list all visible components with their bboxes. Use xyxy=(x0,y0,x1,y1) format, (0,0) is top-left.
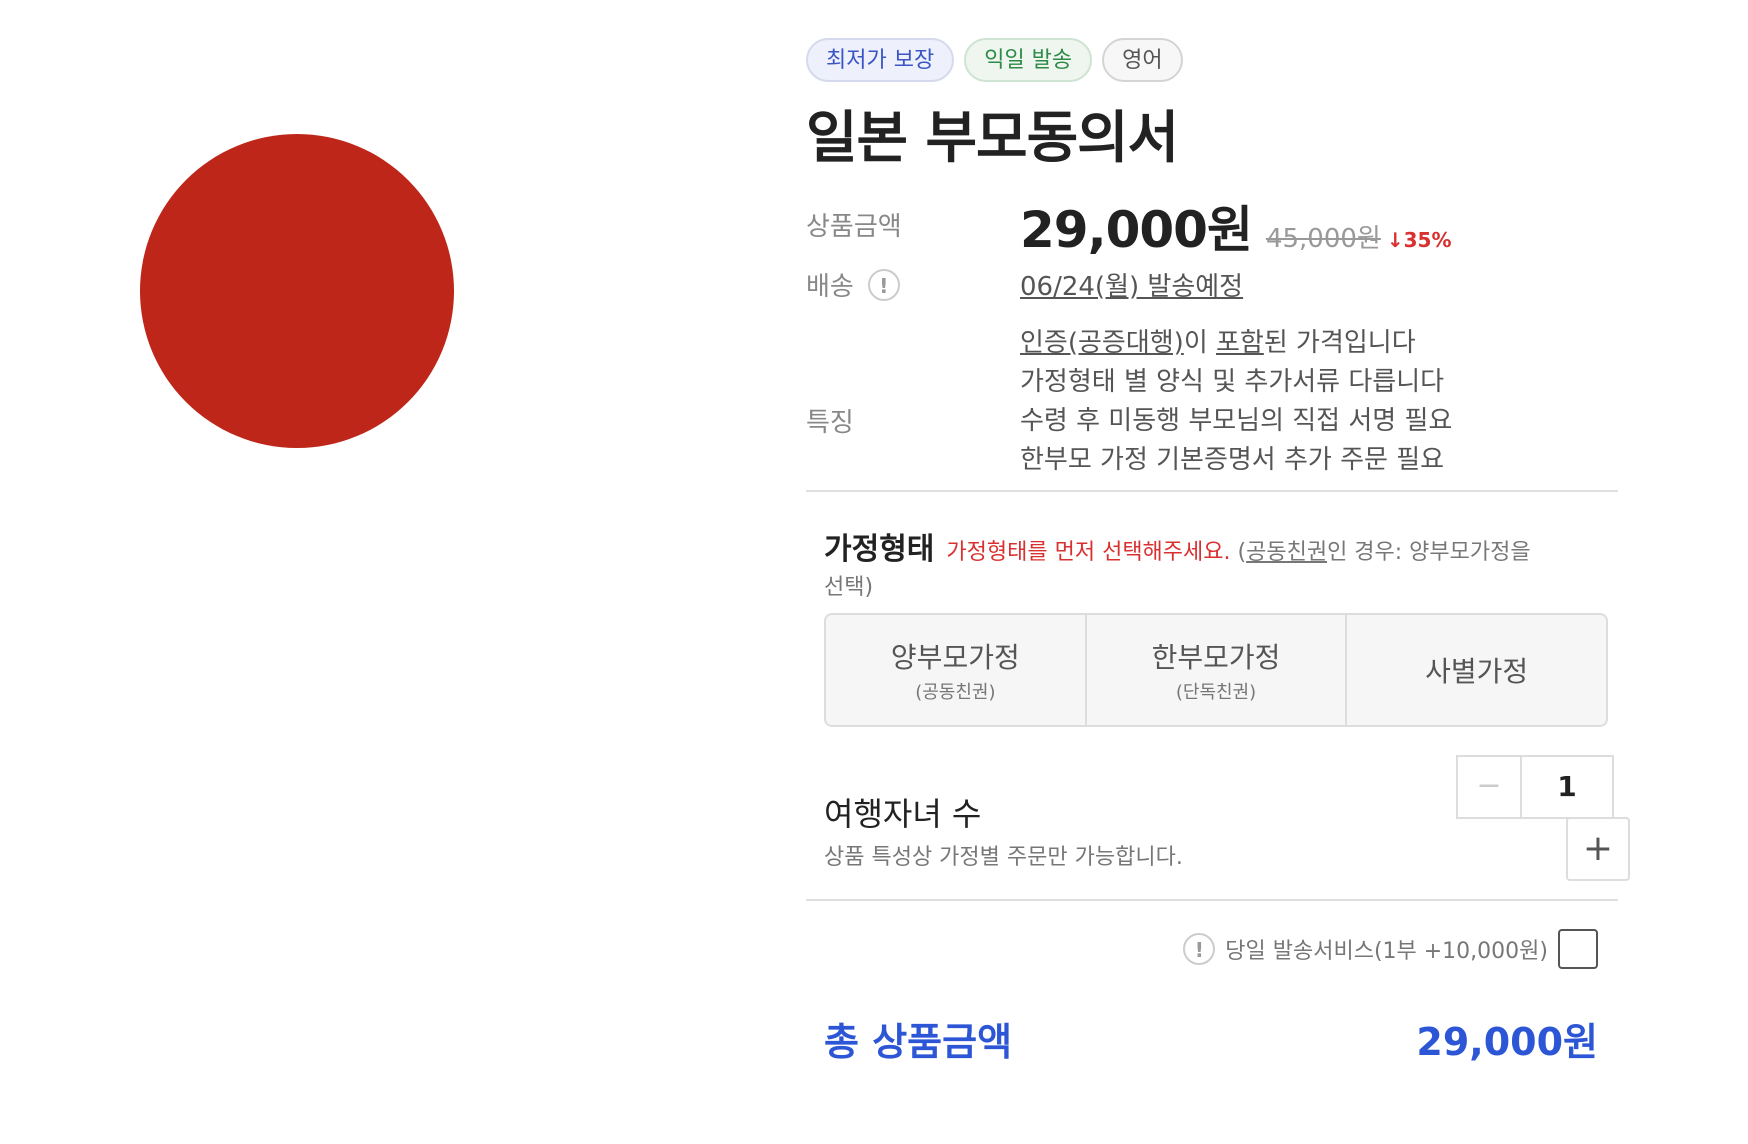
badge-lowest-price: 최저가 보장 xyxy=(806,38,955,82)
family-type-title: 가정형태 xyxy=(824,532,935,567)
feature-line: 한부모 가정 기본증명서 추가 주문 필요 xyxy=(1020,445,1445,475)
discount-rate: ↓35% xyxy=(1386,228,1452,252)
badge-language: 영어 xyxy=(1102,38,1183,82)
price-row: 상품금액 29,000원 45,000원 ↓35% xyxy=(806,178,1618,264)
family-type-note: (공동친권인 경우: 양부모가정을 xyxy=(1231,540,1531,565)
option-two-parent[interactable]: 양부모가정 (공동친권) xyxy=(826,615,1087,725)
included-link[interactable]: 포함 xyxy=(1216,328,1264,358)
option-label: 사별가정 xyxy=(1425,655,1529,688)
family-type-options: 양부모가정 (공동친권) 한부모가정 (단독친권) 사별가정 xyxy=(824,613,1608,727)
note-text: 인 경우: 양부모가정을 xyxy=(1327,540,1531,565)
product-title: 일본 부모동의서 xyxy=(806,106,1179,171)
family-type-heading: 가정형태 가정형태를 먼저 선택해주세요. (공동친권인 경우: 양부모가정을 xyxy=(824,530,1618,573)
price-label: 상품금액 xyxy=(806,212,902,242)
shipping-row: 배송 ! 06/24(월) 발송예정 xyxy=(806,264,1618,324)
children-count-title: 여행자녀 수 xyxy=(824,795,982,833)
family-type-warning: 가정형태를 먼저 선택해주세요. xyxy=(946,540,1231,565)
option-label: 양부모가정 xyxy=(890,641,1020,674)
option-bereaved[interactable]: 사별가정 xyxy=(1347,615,1606,725)
same-day-service-label: 당일 발송서비스(1부 +10,000원) xyxy=(1225,939,1548,964)
current-price: 29,000원 xyxy=(1020,201,1253,259)
total-value: 29,000원 xyxy=(1416,1020,1598,1064)
note-text: ( xyxy=(1230,540,1247,565)
feature-text: 이 xyxy=(1183,328,1216,358)
option-sublabel: (공동친권) xyxy=(915,682,996,703)
japan-flag-image xyxy=(140,134,454,448)
price-values: 29,000원 45,000원 ↓35% xyxy=(1020,190,1452,262)
quantity-value[interactable]: 1 xyxy=(1522,757,1612,817)
features-row: 특징 인증(공증대행)이 포함된 가격입니다 가정형태 별 양식 및 추가서류 … xyxy=(806,324,1618,490)
feature-line: 가정형태 별 양식 및 추가서류 다릅니다 xyxy=(1020,367,1445,397)
increment-button[interactable]: + xyxy=(1566,817,1630,881)
children-count-section: 여행자녀 수 상품 특성상 가정별 주문만 가능합니다. − 1 + xyxy=(824,727,1630,899)
family-type-note-cont: 선택) xyxy=(824,575,874,600)
original-price: 45,000원 xyxy=(1265,224,1381,254)
badge-list: 최저가 보장 익일 발송 영어 xyxy=(806,38,1618,84)
features-list: 인증(공증대행)이 포함된 가격입니다 가정형태 별 양식 및 추가서류 다릅니… xyxy=(1020,324,1452,480)
total-label: 총 상품금액 xyxy=(824,1020,1013,1064)
decrement-button[interactable]: − xyxy=(1458,757,1522,817)
family-type-section: 가정형태 가정형태를 먼저 선택해주세요. (공동친권인 경우: 양부모가정을 선… xyxy=(824,530,1618,727)
option-sublabel: (단독친권) xyxy=(1175,682,1257,703)
joint-custody-link[interactable]: 공동친권 xyxy=(1246,540,1327,565)
option-single-parent[interactable]: 한부모가정 (단독친권) xyxy=(1087,615,1348,725)
notarization-link[interactable]: 인증(공증대행) xyxy=(1020,328,1184,358)
same-day-service-checkbox[interactable] xyxy=(1558,929,1598,969)
total-row: 총 상품금액 29,000원 xyxy=(806,997,1618,1077)
same-day-service: ! 당일 발송서비스(1부 +10,000원) xyxy=(1183,929,1598,969)
shipping-date-link[interactable]: 06/24(월) 발송예정 xyxy=(1020,266,1243,303)
divider xyxy=(806,490,1618,492)
badge-next-day-shipping: 익일 발송 xyxy=(964,38,1093,82)
children-count-note: 상품 특성상 가정별 주문만 가능합니다. xyxy=(824,845,1183,870)
feature-line: 수령 후 미동행 부모님의 직접 서명 필요 xyxy=(1020,406,1453,436)
option-label: 한부모가정 xyxy=(1151,641,1281,674)
feature-line: 인증(공증대행)이 포함된 가격입니다 xyxy=(1020,324,1452,363)
shipping-label: 배송 xyxy=(806,272,854,302)
shipping-label-wrap: 배송 ! xyxy=(806,266,900,303)
features-label: 특징 xyxy=(806,408,854,438)
product-detail-panel: 최저가 보장 익일 발송 영어 일본 부모동의서 상품금액 29,000원 45,… xyxy=(806,38,1630,1077)
info-icon[interactable]: ! xyxy=(867,268,900,301)
quantity-stepper: − 1 xyxy=(1456,755,1614,819)
feature-text: 된 가격입니다 xyxy=(1263,328,1416,358)
info-icon[interactable]: ! xyxy=(1183,933,1216,965)
same-day-service-row: ! 당일 발송서비스(1부 +10,000원) xyxy=(806,901,1618,977)
